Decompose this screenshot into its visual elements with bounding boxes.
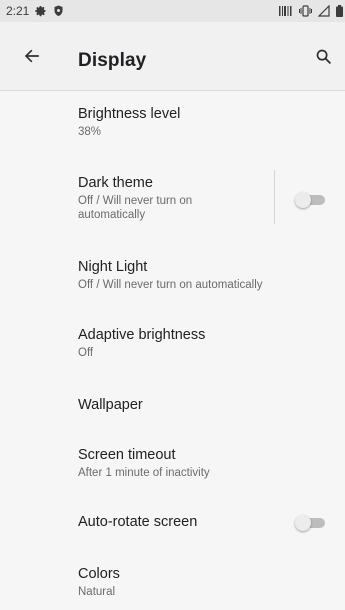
setting-subtitle: After 1 minute of inactivity [78,467,210,479]
setting-subtitle: Off / Will never turn on automatically [78,279,263,291]
page-title: Display [78,50,147,71]
back-button[interactable] [16,40,48,72]
toggle-thumb [295,192,311,208]
setting-auto-rotate-screen[interactable]: Auto-rotate screen [0,496,345,546]
barcode-icon [279,6,293,16]
toggle-divider [274,170,275,224]
setting-subtitle-line2: automatically [78,209,146,221]
setting-title: Colors [78,566,120,582]
setting-adaptive-brightness[interactable]: Adaptive brightness Off [0,311,345,381]
search-button[interactable] [307,40,339,72]
setting-title: Adaptive brightness [78,327,206,343]
setting-title: Brightness level [78,106,181,122]
arrow-back-icon [24,49,39,63]
setting-title: Wallpaper [78,397,143,413]
status-time: 2:21 [6,4,30,18]
settings-icon [35,5,47,17]
setting-subtitle: 38% [78,126,102,138]
setting-dark-theme[interactable]: Dark theme Off / Will never turn on auto… [0,161,345,239]
setting-title: Auto-rotate screen [78,514,198,530]
dark-theme-toggle[interactable] [295,192,325,208]
setting-subtitle: Off [78,347,94,359]
app-bar: Display [0,22,345,90]
shield-icon [53,5,64,17]
toggle-thumb [295,515,311,531]
setting-colors[interactable]: Colors Natural [0,546,345,610]
setting-screen-timeout[interactable]: Screen timeout After 1 minute of inactiv… [0,431,345,496]
setting-wallpaper[interactable]: Wallpaper [0,381,345,431]
signal-icon [318,5,330,17]
setting-title: Dark theme [78,175,153,191]
battery-icon [336,5,343,17]
setting-title: Screen timeout [78,447,176,463]
search-icon [316,49,331,64]
auto-rotate-toggle[interactable] [295,515,325,531]
setting-brightness-level[interactable]: Brightness level 38% [0,91,345,161]
setting-subtitle: Natural [78,586,116,598]
status-bar: 2:21 [0,0,345,22]
settings-list: Brightness level 38% Dark theme Off / Wi… [0,91,345,610]
setting-night-light[interactable]: Night Light Off / Will never turn on aut… [0,239,345,311]
vibrate-icon [299,5,312,17]
setting-subtitle: Off / Will never turn on [78,195,193,207]
setting-title: Night Light [78,259,148,275]
